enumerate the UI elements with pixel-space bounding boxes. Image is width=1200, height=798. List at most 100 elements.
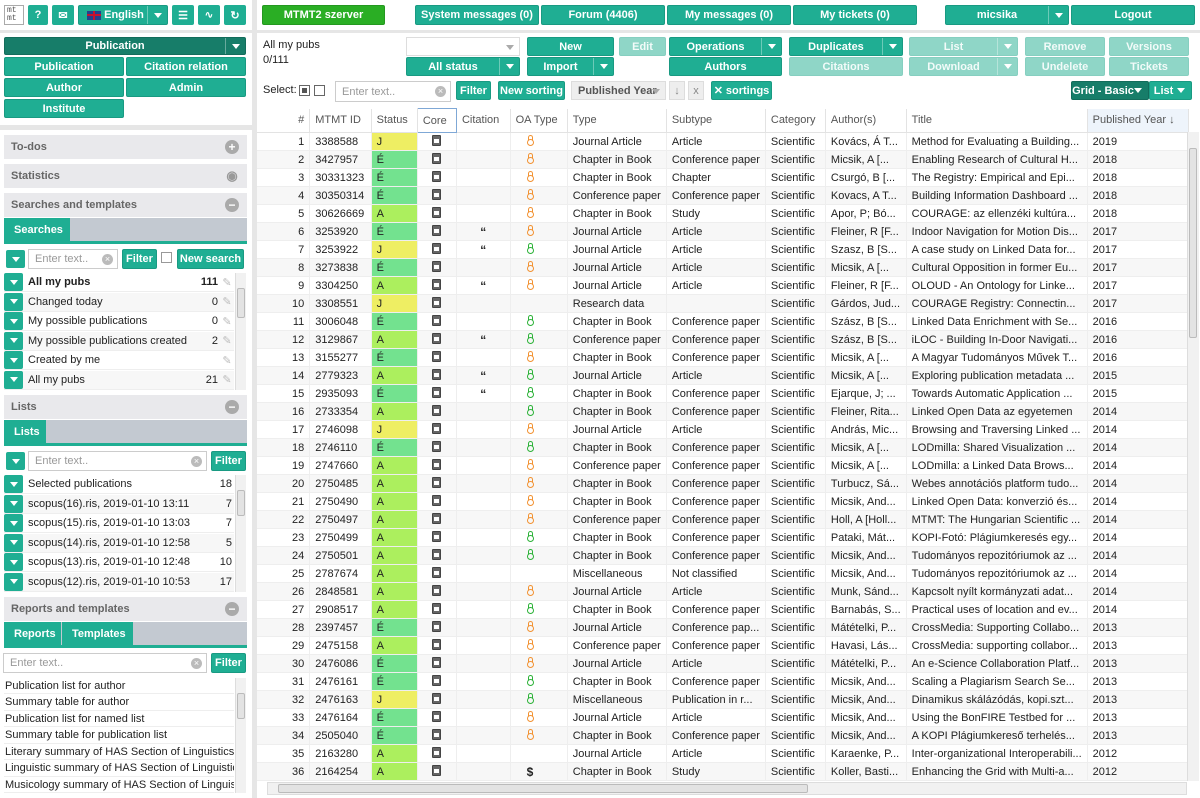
table-row[interactable]: 34 2505040 É Chapter in Book Conference pape… — [257, 726, 1189, 745]
authors-button[interactable]: Authors — [669, 57, 782, 76]
table-row[interactable]: 19 2747660 A Conference paper Conference pap… — [257, 456, 1189, 475]
searches-templates-header[interactable]: Searches and templates − — [4, 193, 247, 217]
my-tickets-button[interactable]: My tickets (0) — [793, 5, 917, 25]
column-header[interactable]: Core — [416, 108, 457, 133]
user-menu[interactable]: micsika — [945, 5, 1069, 25]
clear-icon[interactable]: × — [191, 456, 202, 467]
document-icon[interactable] — [432, 206, 442, 218]
searches-scrollbar[interactable] — [235, 273, 246, 390]
table-row[interactable]: 36 2164254 A $ Chapter in Book Study Scientifi… — [257, 762, 1189, 781]
document-icon[interactable] — [432, 422, 442, 434]
tickets-button[interactable]: Tickets — [1109, 57, 1189, 76]
item-menu-dropdown[interactable] — [4, 292, 23, 311]
clear-icon[interactable]: × — [435, 86, 446, 97]
document-icon[interactable] — [432, 674, 442, 686]
document-icon[interactable] — [432, 152, 442, 164]
remove-button[interactable]: Remove — [1025, 37, 1105, 56]
quote-icon[interactable]: “ — [480, 387, 486, 401]
forum-button[interactable]: Forum (4406) — [541, 5, 665, 25]
column-header[interactable]: Published Year ↓ — [1087, 108, 1189, 133]
column-header[interactable]: Subtype — [666, 108, 766, 133]
sort-remove-button[interactable]: x — [688, 81, 704, 100]
tab-searches[interactable]: Searches — [4, 218, 70, 241]
activity-button[interactable]: ∿ — [198, 5, 220, 25]
lists-filter-button[interactable]: Filter — [211, 451, 246, 471]
operations-button[interactable]: Operations — [669, 37, 782, 56]
table-row[interactable]: 22 2750497 A Conference paper Conference pap… — [257, 510, 1189, 529]
sort-field-select[interactable]: Published Year — [571, 81, 666, 100]
citations-button[interactable]: Citations — [789, 57, 903, 76]
grid-vertical-scrollbar[interactable] — [1187, 132, 1199, 781]
nav-citation-relation[interactable]: Citation relation — [126, 57, 246, 76]
item-menu-dropdown[interactable] — [4, 312, 23, 330]
view-list[interactable]: List — [1149, 81, 1192, 100]
document-icon[interactable] — [432, 368, 442, 380]
table-row[interactable]: 23 2750499 A Chapter in Book Conference pape… — [257, 528, 1189, 547]
column-header[interactable]: # — [257, 108, 311, 133]
reports-templates-header[interactable]: Reports and templates − — [4, 597, 247, 621]
tab-reports[interactable]: Reports — [4, 622, 61, 645]
table-row[interactable]: 24 2750501 A Chapter in Book Conference pape… — [257, 546, 1189, 565]
searches-checkbox[interactable] — [161, 252, 172, 263]
document-icon[interactable] — [432, 314, 442, 326]
pencil-icon[interactable]: ✎ — [220, 354, 234, 367]
search-item[interactable]: Created by me ✎ — [4, 351, 234, 370]
document-icon[interactable] — [432, 332, 442, 344]
lists-scrollbar[interactable] — [235, 475, 246, 592]
document-icon[interactable] — [432, 296, 442, 308]
mtmt-logo[interactable]: mt mt — [4, 5, 24, 25]
table-row[interactable]: 2 3427957 É Chapter in Book Conference paper… — [257, 150, 1189, 169]
nav-author[interactable]: Author — [4, 78, 124, 97]
document-icon[interactable] — [432, 188, 442, 200]
table-row[interactable]: 29 2475158 A Conference paper Conference pap… — [257, 636, 1189, 655]
document-icon[interactable] — [432, 494, 442, 506]
document-icon[interactable] — [432, 404, 442, 416]
document-icon[interactable] — [432, 476, 442, 488]
table-row[interactable]: 20 2750485 A Chapter in Book Conference pape… — [257, 474, 1189, 493]
list-item[interactable]: scopus(14).ris, 2019-01-10 12:58 5 — [4, 533, 234, 553]
table-row[interactable]: 16 2733354 A Chapter in Book Conference pape… — [257, 402, 1189, 421]
templates-scrollbar[interactable] — [235, 678, 246, 793]
table-row[interactable]: 3 30331323 É Chapter in Book Chapter Scientif… — [257, 168, 1189, 187]
table-row[interactable]: 21 2750490 A Chapter in Book Conference pape… — [257, 492, 1189, 511]
table-row[interactable]: 1 3388588 J Journal Article Article Scientifi… — [257, 132, 1189, 151]
document-icon[interactable] — [432, 692, 442, 704]
searches-menu-dropdown[interactable] — [6, 250, 25, 268]
item-menu-dropdown[interactable] — [4, 331, 23, 350]
server-button[interactable]: MTMT2 szerver — [262, 5, 385, 25]
column-header[interactable]: OA Type — [510, 108, 568, 133]
todos-header[interactable]: To-dos + — [4, 135, 247, 159]
document-icon[interactable] — [432, 440, 442, 452]
pencil-icon[interactable]: ✎ — [220, 295, 234, 308]
quote-icon[interactable]: “ — [480, 243, 486, 257]
document-icon[interactable] — [432, 566, 442, 578]
lists-filter-input[interactable]: Enter text.. × — [28, 451, 207, 471]
nav-institute[interactable]: Institute — [4, 99, 124, 118]
system-messages-button[interactable]: System messages (0) — [415, 5, 539, 25]
quote-icon[interactable]: “ — [480, 333, 486, 347]
document-icon[interactable] — [432, 746, 442, 758]
column-header[interactable]: Citation — [456, 108, 511, 133]
tab-lists[interactable]: Lists — [4, 420, 46, 443]
menu-button[interactable]: ☰ — [172, 5, 194, 25]
searches-filter-input[interactable]: Enter text.. × — [28, 249, 118, 269]
table-row[interactable]: 8 3273838 É Journal Article Article Scientifi… — [257, 258, 1189, 277]
table-row[interactable]: 32 2476163 J Miscellaneous Publication in r.… — [257, 690, 1189, 709]
reports-filter-input[interactable]: Enter text.. × — [3, 653, 207, 673]
document-icon[interactable] — [432, 224, 442, 236]
table-row[interactable]: 17 2746098 J Journal Article Article Scientif… — [257, 420, 1189, 439]
document-icon[interactable] — [432, 584, 442, 596]
my-messages-button[interactable]: My messages (0) — [667, 5, 791, 25]
grid-filter-input[interactable]: Enter text.. × — [335, 81, 451, 102]
table-row[interactable]: 33 2476164 É Journal Article Article Scientif… — [257, 708, 1189, 727]
template-item[interactable]: Summary table for author — [4, 695, 234, 711]
document-icon[interactable] — [432, 710, 442, 722]
search-item[interactable]: All my pubs 21 ✎ — [4, 370, 234, 390]
new-search-button[interactable]: New search — [177, 249, 244, 269]
sort-direction-button[interactable]: ↓ — [669, 81, 685, 100]
table-row[interactable]: 9 3304250 A “ Journal Article Article Scientif… — [257, 276, 1189, 295]
table-row[interactable]: 35 2163280 A Journal Article Article Scientif… — [257, 744, 1189, 763]
document-icon[interactable] — [432, 458, 442, 470]
table-row[interactable]: 10 3308551 J Research data Scientific Gárdos,… — [257, 294, 1189, 313]
language-select[interactable]: English — [78, 5, 168, 25]
